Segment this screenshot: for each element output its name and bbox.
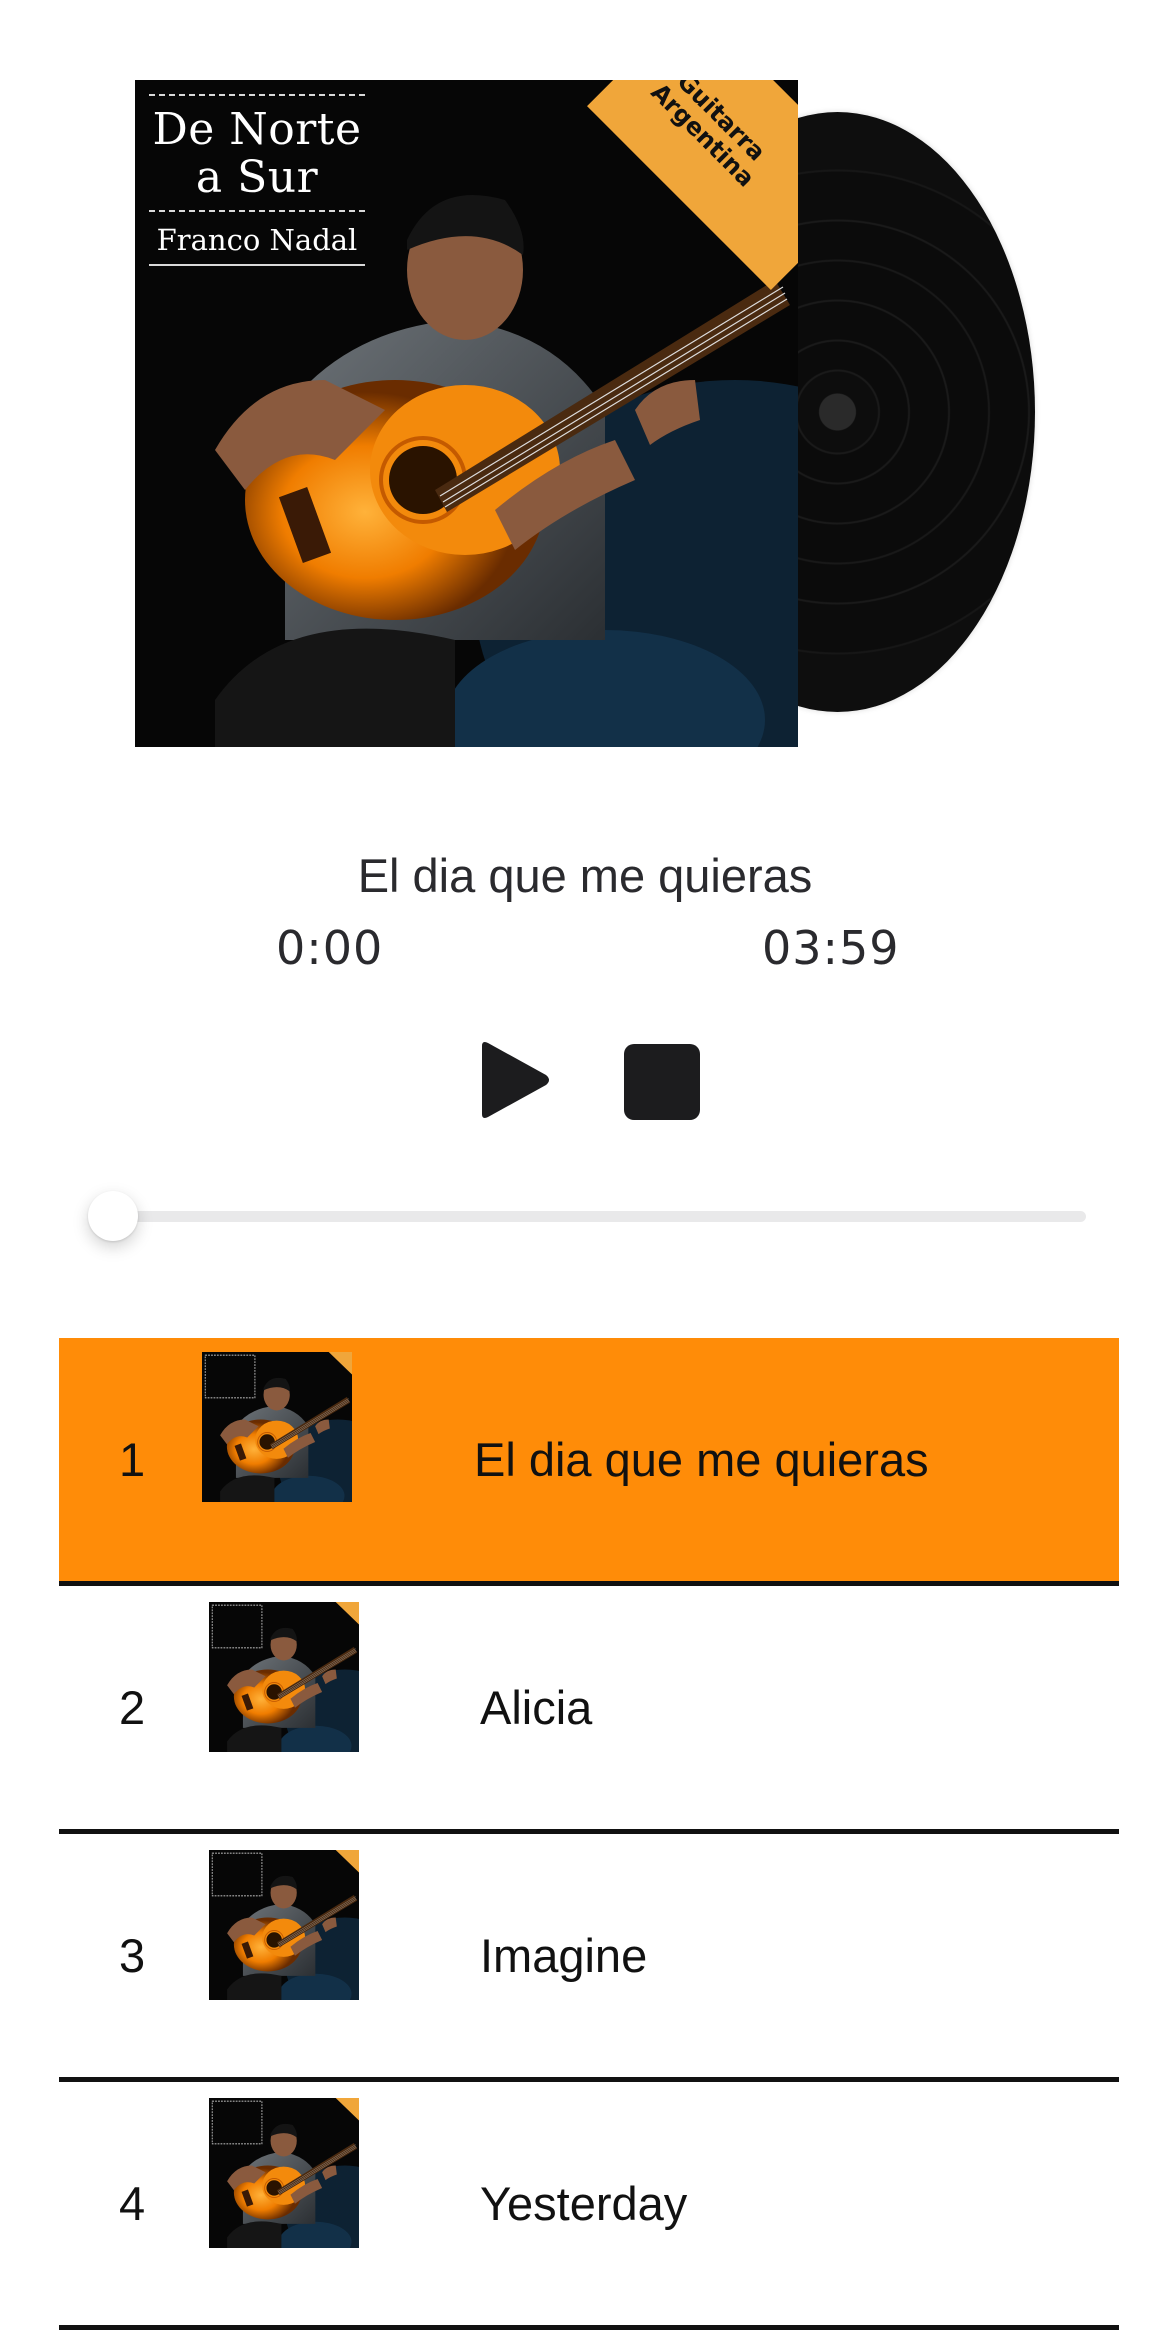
total-time: 03:59 bbox=[762, 921, 900, 975]
thumbnail-cover-image bbox=[209, 1850, 359, 2000]
play-icon bbox=[482, 1042, 549, 1118]
track-thumbnail bbox=[209, 1602, 359, 1752]
slider-thumb[interactable] bbox=[88, 1191, 138, 1241]
track-number: 1 bbox=[119, 1433, 146, 1486]
current-time: 0:00 bbox=[276, 921, 384, 975]
track-title: Yesterday bbox=[480, 2177, 688, 2230]
cover-artist-name: Franco Nadal bbox=[149, 210, 365, 260]
album-cover: De Norte a Sur Franco Nadal Guitarra Arg… bbox=[135, 80, 798, 747]
track-row[interactable]: 2 Alicia bbox=[59, 1586, 1119, 1834]
track-row[interactable]: 1 El dia que me quieras bbox=[59, 1338, 1119, 1586]
track-title: Alicia bbox=[480, 1681, 593, 1734]
track-thumbnail bbox=[202, 1352, 352, 1502]
cover-title-block: De Norte a Sur Franco Nadal bbox=[149, 94, 365, 266]
track-number: 4 bbox=[119, 2177, 146, 2230]
stop-icon bbox=[624, 1044, 700, 1120]
play-button[interactable] bbox=[476, 1040, 552, 1120]
track-number: 2 bbox=[119, 1681, 146, 1734]
now-playing-title: El dia que me quieras bbox=[357, 849, 813, 902]
track-row[interactable]: 3 Imagine bbox=[59, 1834, 1119, 2082]
track-title: El dia que me quieras bbox=[474, 1433, 929, 1486]
album-art-hero: De Norte a Sur Franco Nadal Guitarra Arg… bbox=[0, 0, 1170, 780]
stop-button[interactable] bbox=[624, 1044, 700, 1120]
slider-track[interactable] bbox=[108, 1211, 1086, 1222]
progress-slider[interactable] bbox=[88, 1191, 1086, 1241]
thumbnail-cover-image bbox=[209, 1602, 359, 1752]
track-list: 1 El dia que me quieras 2 Alicia 3 Imagi… bbox=[59, 1338, 1119, 2330]
playback-controls bbox=[0, 1040, 1170, 1120]
thumbnail-cover-image bbox=[202, 1352, 352, 1502]
thumbnail-cover-image bbox=[209, 2098, 359, 2248]
track-row[interactable]: 4 Yesterday bbox=[59, 2082, 1119, 2330]
track-thumbnail bbox=[209, 1850, 359, 2000]
cover-album-title: De Norte a Sur bbox=[152, 104, 362, 203]
track-number: 3 bbox=[119, 1929, 146, 1982]
track-thumbnail bbox=[209, 2098, 359, 2248]
track-title: Imagine bbox=[480, 1929, 648, 1982]
